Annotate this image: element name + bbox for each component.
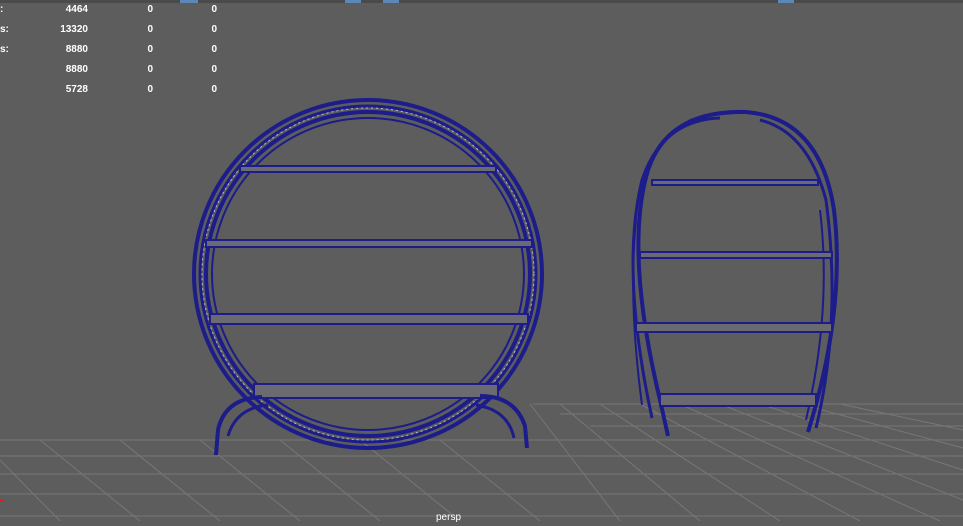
- hud-row-label: s:: [0, 44, 9, 55]
- oval-bookshelf-wireframe[interactable]: [631, 109, 839, 437]
- hud-selected-value: 0: [147, 64, 153, 75]
- hud-component-value: 0: [211, 84, 217, 95]
- round-bookshelf-wireframe[interactable]: [192, 98, 544, 456]
- hud-object-value: 13320: [60, 24, 88, 35]
- hud-selected-value: 0: [147, 84, 153, 95]
- hud-object-value: 8880: [65, 64, 88, 75]
- hud-selected-value: 0: [147, 24, 153, 35]
- hud-component-value: 0: [211, 64, 217, 75]
- perspective-viewport[interactable]: [0, 3, 963, 522]
- hud-selected-value: 0: [147, 44, 153, 55]
- hud-row-label: :: [0, 4, 4, 15]
- hud-object-value: 5728: [65, 84, 88, 95]
- hud-row-label: s:: [0, 24, 9, 35]
- camera-name-label: persp: [436, 512, 462, 523]
- hud-selected-value: 0: [147, 4, 153, 15]
- viewport-canvas[interactable]: [0, 3, 963, 522]
- hud-component-value: 0: [211, 4, 217, 15]
- hud-object-value: 4464: [65, 4, 88, 15]
- hud-component-value: 0: [211, 44, 217, 55]
- axis-marker-icon: [0, 500, 4, 502]
- hud-object-value: 8880: [65, 44, 88, 55]
- hud-component-value: 0: [211, 24, 217, 35]
